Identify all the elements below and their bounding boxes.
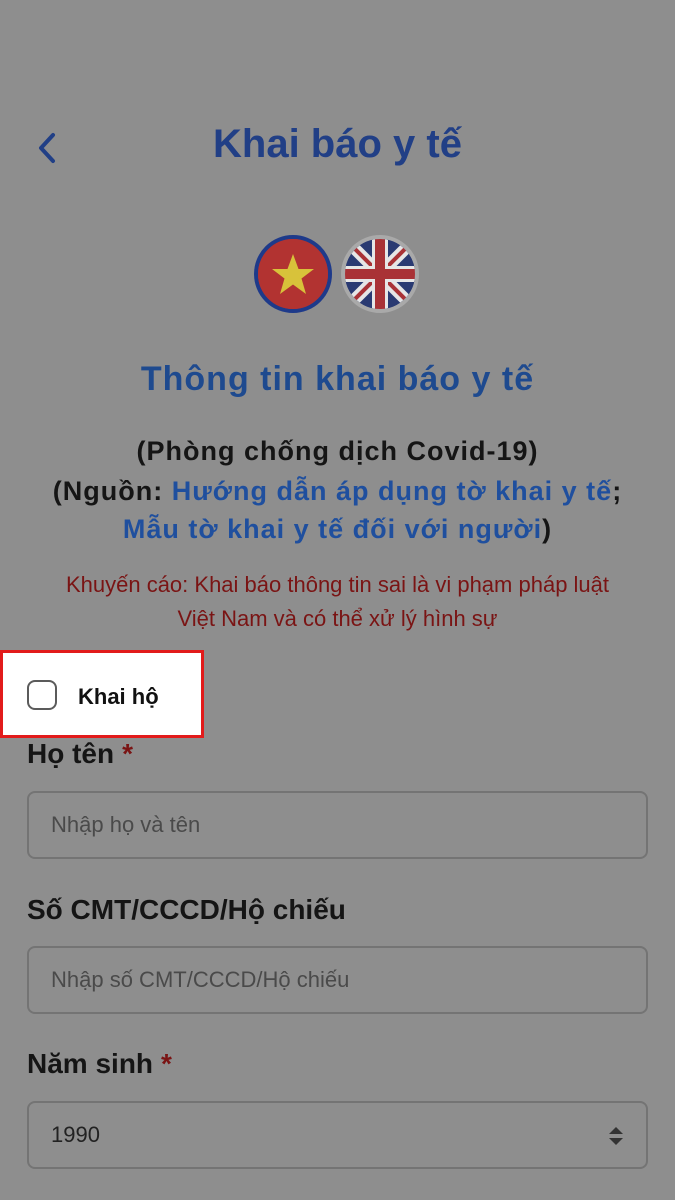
id-number-input[interactable]: Nhập số CMT/CCCD/Hộ chiếu [27, 946, 648, 1014]
uk-flag-icon [345, 239, 415, 309]
page-title: Khai báo y tế [213, 122, 462, 166]
id-number-label: Số CMT/CCCD/Hộ chiếu [27, 894, 346, 925]
vietnam-flag-button[interactable] [254, 235, 332, 313]
source-suffix: ) [542, 514, 553, 544]
name-input[interactable]: Nhập họ và tên [27, 791, 648, 859]
name-placeholder: Nhập họ và tên [51, 812, 201, 837]
id-number-placeholder: Nhập số CMT/CCCD/Hộ chiếu [51, 967, 350, 992]
khai-ho-label[interactable]: Khai hộ [78, 684, 159, 710]
vietnam-flag-icon [258, 239, 328, 309]
form-link[interactable]: Mẫu tờ khai y tế đối với người [123, 514, 542, 544]
source-prefix: (Nguồn: [52, 476, 172, 506]
name-label: Họ tên * [27, 738, 134, 769]
warning-line-2: Việt Nam và có thể xử lý hình sự [177, 606, 498, 631]
uk-flag-button[interactable] [341, 235, 419, 313]
required-mark: * [161, 1048, 172, 1079]
section-title: Thông tin khai báo y tế [140, 360, 535, 398]
birth-year-value: 1990 [51, 1122, 100, 1147]
birth-year-select[interactable]: 1990 [27, 1101, 648, 1169]
source-line-2: Mẫu tờ khai y tế đối với người) [0, 514, 675, 545]
required-mark: * [122, 738, 134, 769]
warning-line-1: Khuyến cáo: Khai báo thông tin sai là vi… [65, 572, 610, 597]
birth-year-label: Năm sinh * [27, 1048, 172, 1079]
source-separator: ; [612, 476, 623, 506]
sort-arrows-icon [609, 1127, 623, 1145]
khai-ho-checkbox[interactable] [27, 680, 57, 710]
source-line-1: (Nguồn: Hướng dẫn áp dụng tờ khai y tế; [0, 476, 675, 507]
subtitle: (Phòng chống dịch Covid-19) [136, 436, 539, 466]
guide-link[interactable]: Hướng dẫn áp dụng tờ khai y tế [172, 476, 612, 506]
